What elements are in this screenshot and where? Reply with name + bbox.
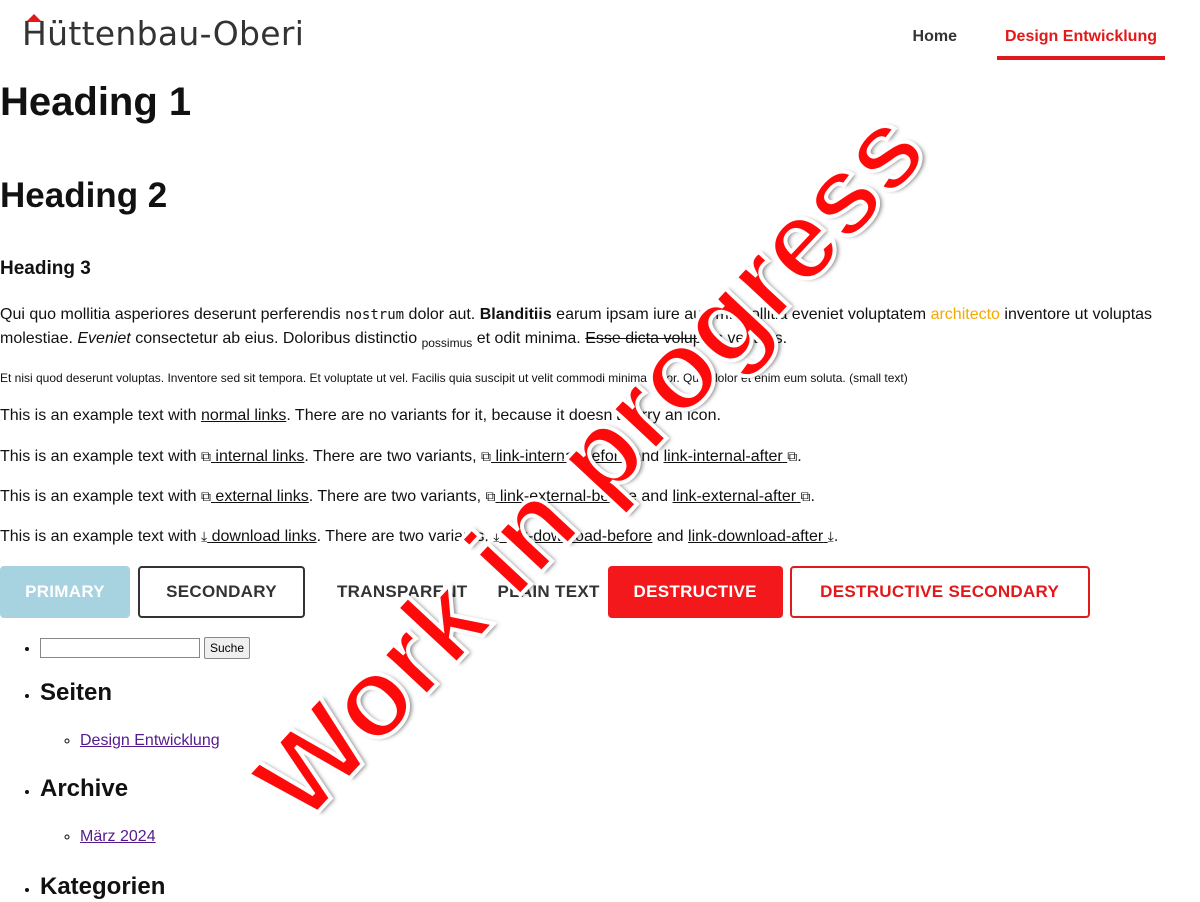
small-text: Et nisi quod deserunt voluptas. Inventor… [0,371,908,385]
download-links-line: This is an example text with ⤓ download … [0,525,838,548]
search-button[interactable]: Suche [204,637,251,659]
internal-links-line: This is an example text with ⧉ internal … [0,445,802,468]
transparent-button[interactable]: TRANSPARENT [315,566,490,618]
link-label: link-external-after [672,488,797,505]
nav-item-home[interactable]: Home [905,24,965,60]
link-external-after[interactable]: link-external-after ⧉ [672,488,810,505]
sidebar-widgets: Suche Seiten Design Entwicklung Archive … [0,636,251,902]
external-link-square-icon: ⧉ [800,488,811,504]
page-link-design-entwicklung[interactable]: Design Entwicklung [80,732,220,749]
link-label: link-internal-before [495,448,628,465]
secondary-button[interactable]: SECONDARY [138,566,305,618]
pages-title: Seiten [40,679,113,706]
download-arrow-icon: ⤓ [493,528,500,544]
text: This is an example text with [0,407,201,424]
text: dolor aut. [404,306,480,323]
text: . [810,488,815,505]
text: and [628,448,664,465]
text: and [652,528,689,545]
bold-text: Blanditiis [479,306,552,323]
categories-title: Kategorien [40,873,166,900]
heading-2: Heading 2 [0,176,168,215]
download-link[interactable]: ⤓ download links [201,528,317,545]
external-link-square-icon: ⧉ [200,488,211,504]
subscript-text: possimus [421,336,473,351]
archive-list: März 2024 [40,826,250,848]
text: Qui quo mollitia asperiores deserunt per… [0,306,346,323]
archive-link-maerz-2024[interactable]: März 2024 [80,828,156,845]
pages-widget: Seiten Design Entwicklung [40,678,250,752]
link-external-before[interactable]: ⧉ link-external-before [485,488,636,505]
text: . There are two variants, [308,488,486,505]
nav-item-design-entwicklung[interactable]: Design Entwicklung [996,24,1165,60]
site-logo[interactable]: Hüttenbau-Oberi [22,14,304,53]
link-download-after[interactable]: link-download-after ⤓ [688,528,834,545]
list-item: März 2024 [80,826,250,848]
text: . [797,448,802,465]
list-item: Design Entwicklung [80,730,250,752]
categories-widget: Kategorien [40,872,250,902]
link-internal-after[interactable]: link-internal-after ⧉ [664,448,798,465]
text: et odit minima. [472,330,586,347]
destructive-button[interactable]: DESTRUCTIVE [607,566,783,618]
link-label: link-internal-after [663,448,783,465]
text: . [833,528,839,545]
link-internal-before[interactable]: ⧉ link-internal-before [481,448,628,465]
inline-code: nostrum [345,307,405,323]
text: This is an example text with [0,448,201,465]
heading-1: Heading 1 [0,80,192,124]
pages-list: Design Entwicklung [40,730,250,752]
button-row: PRIMARY SECONDARY TRANSPARENT PLAIN TEXT… [0,566,1090,618]
link-label: download links [211,528,317,545]
heading-3: Heading 3 [0,258,91,279]
internal-link[interactable]: ⧉ internal links [201,448,304,465]
link-label: link-download-after [688,528,824,545]
normal-link[interactable]: normal links [201,407,286,424]
external-link-square-icon: ⧉ [200,448,211,464]
search-form: Suche [40,636,251,660]
text: earum ipsam iure autem. Mollitia eveniet… [551,306,931,323]
primary-button[interactable]: PRIMARY [0,566,130,618]
link-label: link-external-before [499,488,637,505]
link-download-before[interactable]: ⤓ link-download-before [493,528,652,545]
normal-links-line: This is an example text with normal link… [0,405,721,427]
search-input[interactable] [40,638,200,658]
italic-text: Eveniet [77,330,131,347]
external-link-square-icon: ⧉ [787,448,798,464]
external-links-line: This is an example text with ⧉ external … [0,485,815,508]
destructive-secondary-button[interactable]: DESTRUCTIVE SECONDARY [789,566,1090,618]
text: and [636,488,673,505]
external-link-square-icon: ⧉ [481,448,492,464]
link-label: internal links [215,448,305,465]
text: . There are two variants, [304,448,482,465]
text: consectetur ab eius. Doloribus distincti… [130,330,422,347]
archive-title: Archive [40,775,129,802]
external-link-square-icon: ⧉ [485,488,496,504]
text: veritatis. [723,330,788,347]
link-label: link-download-before [503,528,653,545]
strikethrough-text: Esse dicta voluptas [585,330,724,347]
site-header: Hüttenbau-Oberi Home Design Entwicklung [0,0,1200,70]
accent-text: architecto [930,306,1000,323]
link-label: external links [215,488,309,505]
main-nav: Home Design Entwicklung [905,24,1165,60]
sample-paragraph: Qui quo mollitia asperiores deserunt per… [0,303,1180,355]
download-arrow-icon: ⤓ [200,528,208,544]
text: This is an example text with [0,528,201,545]
text: This is an example text with [0,488,201,505]
text: . There are two variants, [316,528,494,545]
text: . There are no variants for it, because … [286,407,721,424]
search-widget: Suche [40,636,251,660]
archive-widget: Archive März 2024 [40,774,250,848]
plain-text-button[interactable]: PLAIN TEXT [490,566,608,618]
external-link[interactable]: ⧉ external links [201,488,309,505]
